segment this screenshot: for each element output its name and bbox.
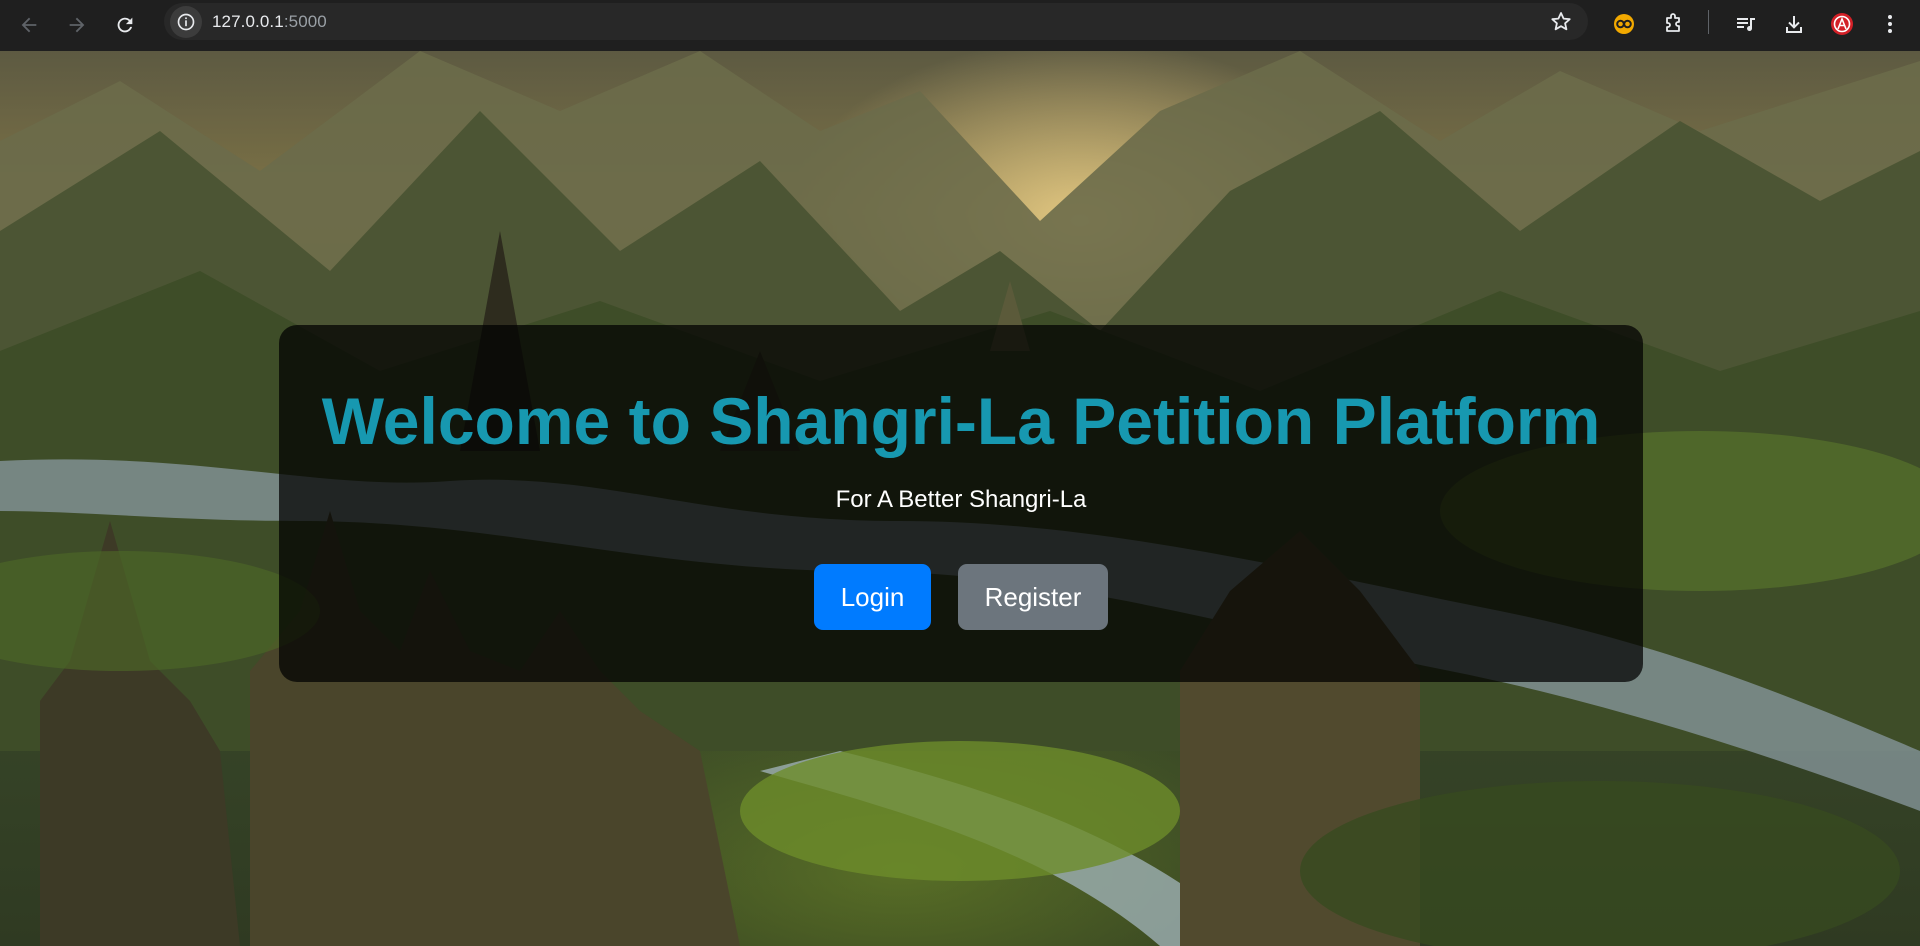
url-host: 127.0.0.1: [212, 12, 284, 31]
extensions-button[interactable]: [1656, 7, 1690, 41]
profile-button[interactable]: [1825, 7, 1859, 41]
download-icon: [1786, 16, 1802, 33]
forward-icon: [69, 17, 85, 33]
extension-colored-button[interactable]: [1607, 7, 1641, 41]
auth-buttons: Login Register: [279, 564, 1643, 630]
extension-colored-icon: [1614, 14, 1634, 34]
page-title: Welcome to Shangri-La Petition Platform: [321, 384, 1601, 458]
menu-kebab-icon: [1888, 15, 1892, 33]
forward-button[interactable]: [60, 8, 94, 42]
page-viewport: Welcome to Shangri-La Petition Platform …: [0, 51, 1920, 946]
back-button[interactable]: [12, 8, 46, 42]
media-queue-button[interactable]: [1729, 7, 1763, 41]
bookmark-star-icon: [1551, 12, 1571, 31]
extensions-puzzle-icon: [1666, 13, 1680, 32]
address-bar[interactable]: 127.0.0.1:5000: [164, 3, 1588, 40]
media-queue-icon: [1737, 18, 1755, 31]
reload-button[interactable]: [108, 8, 142, 42]
page-subtitle: For A Better Shangri-La: [835, 486, 1087, 513]
profile-avatar-icon: [1831, 13, 1853, 35]
url-port: :5000: [283, 12, 327, 31]
register-button[interactable]: Register: [958, 564, 1108, 630]
welcome-card: Welcome to Shangri-La Petition Platform …: [279, 325, 1643, 682]
browser-toolbar: 127.0.0.1:5000: [0, 0, 1920, 51]
toolbar-divider: [1708, 10, 1709, 34]
url-text[interactable]: 127.0.0.1:5000: [212, 12, 327, 32]
site-info-button[interactable]: [170, 6, 202, 38]
back-icon: [21, 17, 37, 33]
site-info-icon: [177, 13, 195, 31]
reload-icon: [117, 17, 133, 33]
login-button[interactable]: Login: [814, 564, 931, 630]
bookmark-button[interactable]: [1548, 9, 1574, 35]
download-button[interactable]: [1777, 7, 1811, 41]
browser-menu-button[interactable]: [1873, 7, 1907, 41]
